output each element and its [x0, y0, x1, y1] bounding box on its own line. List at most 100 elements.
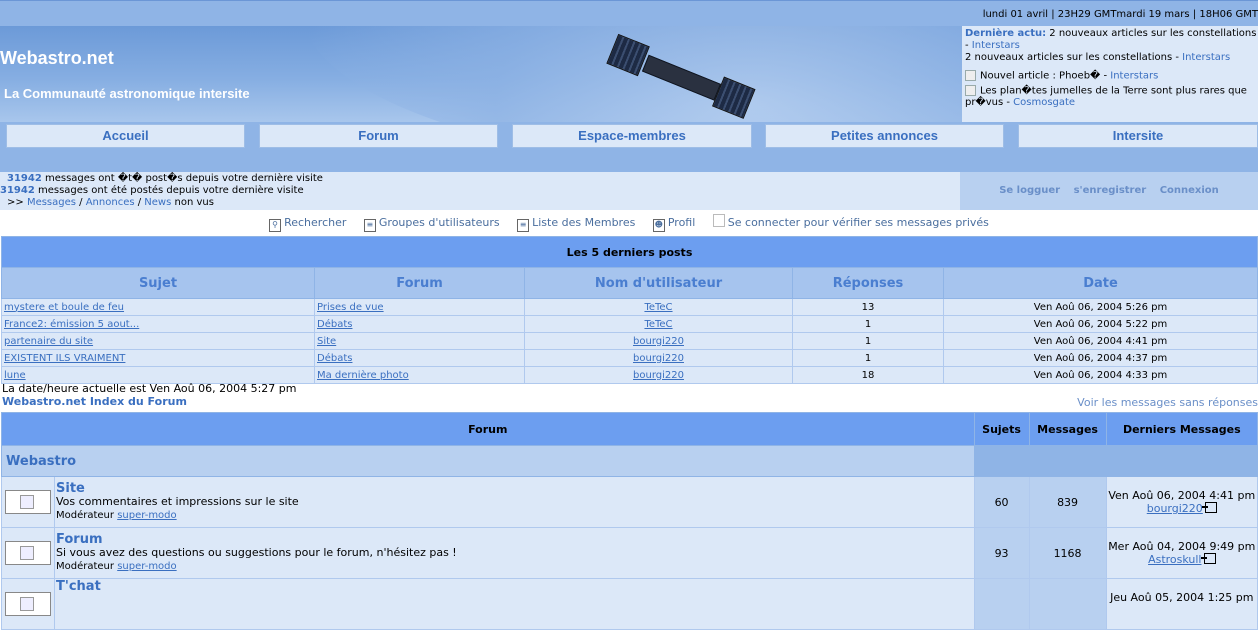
members-tool[interactable]: ≡ Liste des Membres: [517, 216, 636, 232]
forum-status-cell: [1, 527, 55, 579]
nav-forum[interactable]: Forum: [259, 124, 498, 148]
moderator-link[interactable]: super-modo: [117, 561, 176, 572]
site-banner: Webastro.net La Communauté astronomique …: [0, 26, 962, 122]
connect-link[interactable]: Connexion: [1160, 185, 1219, 196]
post-forum-link[interactable]: Ma dernière photo: [317, 370, 409, 381]
forum-status-cell: [1, 578, 55, 630]
col-user: Nom d'utilisateur: [524, 267, 793, 299]
category-webastro[interactable]: Webastro: [1, 445, 975, 477]
post-user-link[interactable]: TeTeC: [644, 302, 672, 313]
moderator-label: Modérateur: [56, 561, 118, 572]
last-post-user[interactable]: Astroskull: [1148, 553, 1201, 566]
separator: /: [134, 197, 145, 208]
link-messages[interactable]: Messages: [27, 197, 76, 208]
col-topics: Sujets: [973, 412, 1030, 446]
forum-messages: 839: [1028, 476, 1107, 528]
site-title[interactable]: Webastro.net: [0, 48, 114, 69]
col-date: Date: [943, 267, 1258, 299]
col-replies: Réponses: [792, 267, 944, 299]
date-text: lundi 01 avril | 23H29 GMTmardi 19 mars …: [982, 9, 1258, 20]
forum-description: Si vous avez des questions ou suggestion…: [56, 546, 457, 559]
post-replies: 18: [792, 366, 944, 384]
post-forum-link[interactable]: Site: [317, 336, 336, 347]
table-row: T'chat Jeu Aoû 05, 2004 1:25 pm: [1, 578, 1258, 630]
post-subject-link[interactable]: partenaire du site: [4, 336, 93, 347]
groups-tool[interactable]: ≡ Groupes d'utilisateurs: [363, 216, 500, 232]
forum-messages: 1168: [1028, 527, 1107, 579]
groups-icon: ≡: [363, 219, 376, 232]
post-forum-link[interactable]: Débats: [317, 353, 352, 364]
unread-prefix: >>: [7, 197, 27, 208]
private-messages-icon: [712, 214, 725, 227]
col-forum: Forum: [314, 267, 525, 299]
forum-topics: [973, 578, 1030, 630]
private-messages-label: Se connecter pour vérifier ses messages …: [727, 216, 989, 229]
news-box: Dernière actu: 2 nouveaux articles sur l…: [962, 26, 1258, 122]
link-news[interactable]: News: [144, 197, 171, 208]
nav-petites-annonces[interactable]: Petites annonces: [765, 124, 1004, 148]
search-tool[interactable]: ⚲ Rechercher: [269, 216, 346, 232]
post-subject-link[interactable]: EXISTENT ILS VRAIMENT: [4, 353, 125, 364]
register-link[interactable]: s'enregistrer: [1074, 185, 1147, 196]
search-icon: ⚲: [269, 219, 282, 232]
forum-name-link[interactable]: Forum: [56, 532, 103, 547]
profile-icon: ☻: [652, 219, 665, 232]
post-user-link[interactable]: TeTeC: [644, 319, 672, 330]
post-subject-link[interactable]: lune: [4, 370, 26, 381]
forum-index-link[interactable]: Webastro.net Index du Forum: [2, 395, 187, 408]
forum-status-icon: [5, 541, 51, 565]
news-link-1[interactable]: Interstars: [972, 40, 1020, 51]
post-user-link[interactable]: bourgi220: [633, 336, 684, 347]
post-date: Ven Aoû 06, 2004 5:22 pm: [943, 315, 1258, 333]
nav-accueil[interactable]: Accueil: [6, 124, 245, 148]
col-subject: Sujet: [1, 267, 315, 299]
link-annonces[interactable]: Annonces: [86, 197, 135, 208]
forum-topics: 60: [973, 476, 1030, 528]
groups-label: Groupes d'utilisateurs: [378, 216, 500, 229]
forum-name-link[interactable]: T'chat: [56, 579, 101, 594]
nav-intersite[interactable]: Intersite: [1018, 124, 1258, 148]
view-latest-post-icon[interactable]: [1200, 553, 1216, 564]
last-post-user[interactable]: bourgi220: [1147, 502, 1203, 515]
post-subject-link[interactable]: mystere et boule de feu: [4, 302, 124, 313]
post-date: Ven Aoû 06, 2004 5:26 pm: [943, 298, 1258, 316]
moderator-link[interactable]: super-modo: [117, 510, 176, 521]
news-checkbox-icon: [965, 84, 976, 96]
news-item-2-link[interactable]: Cosmosgate: [1013, 97, 1075, 108]
nav-espace-membres[interactable]: Espace-membres: [512, 124, 752, 148]
post-replies: 1: [792, 315, 944, 333]
site-subtitle: La Communauté astronomique intersite: [4, 86, 250, 101]
unread-suffix: non vus: [171, 197, 214, 208]
table-row: Site Vos commentaires et impressions sur…: [1, 476, 1258, 528]
forum-name-link[interactable]: Site: [56, 481, 85, 496]
last-post-date: Jeu Aoû 05, 2004 1:25 pm: [1110, 591, 1254, 604]
members-list-icon: ≡: [517, 219, 530, 232]
post-user-link[interactable]: bourgi220: [633, 353, 684, 364]
private-messages-tool[interactable]: Se connecter pour vérifier ses messages …: [712, 214, 989, 229]
last-post-cell: Ven Aoû 06, 2004 4:41 pm bourgi220: [1105, 476, 1258, 528]
post-subject-link[interactable]: France2: émission 5 aout...: [4, 319, 139, 330]
current-time: La date/heure actuelle est Ven Aoû 06, 2…: [2, 382, 297, 395]
post-forum-link[interactable]: Prises de vue: [317, 302, 384, 313]
forum-topics: 93: [973, 527, 1030, 579]
members-label: Liste des Membres: [532, 216, 636, 229]
visit-info: 31942 messages ont �t� post�s depuis vot…: [0, 172, 960, 210]
login-link[interactable]: Se logguer: [999, 185, 1060, 196]
table-row: mystere et boule de feu Prises de vue Te…: [1, 298, 1258, 316]
forum-tools: ⚲ Rechercher ≡ Groupes d'utilisateurs ≡ Lis…: [0, 214, 1258, 234]
post-forum-link[interactable]: Débats: [317, 319, 352, 330]
post-date: Ven Aoû 06, 2004 4:41 pm: [943, 332, 1258, 350]
last-post-date: Mer Aoû 04, 2004 9:49 pm: [1108, 540, 1256, 553]
news-item-1-link[interactable]: Interstars: [1110, 71, 1158, 82]
news-link-2[interactable]: Interstars: [1182, 52, 1230, 63]
post-user-link[interactable]: bourgi220: [633, 370, 684, 381]
view-latest-post-icon[interactable]: [1201, 502, 1217, 513]
profile-tool[interactable]: ☻ Profil: [652, 216, 695, 232]
forum-messages: [1028, 578, 1107, 630]
post-date: Ven Aoû 06, 2004 4:33 pm: [943, 366, 1258, 384]
unanswered-link[interactable]: Voir les messages sans réponses: [1077, 396, 1258, 409]
post-replies: 1: [792, 349, 944, 367]
post-date: Ven Aoû 06, 2004 4:37 pm: [943, 349, 1258, 367]
post-replies: 1: [792, 332, 944, 350]
post-replies: 13: [792, 298, 944, 316]
